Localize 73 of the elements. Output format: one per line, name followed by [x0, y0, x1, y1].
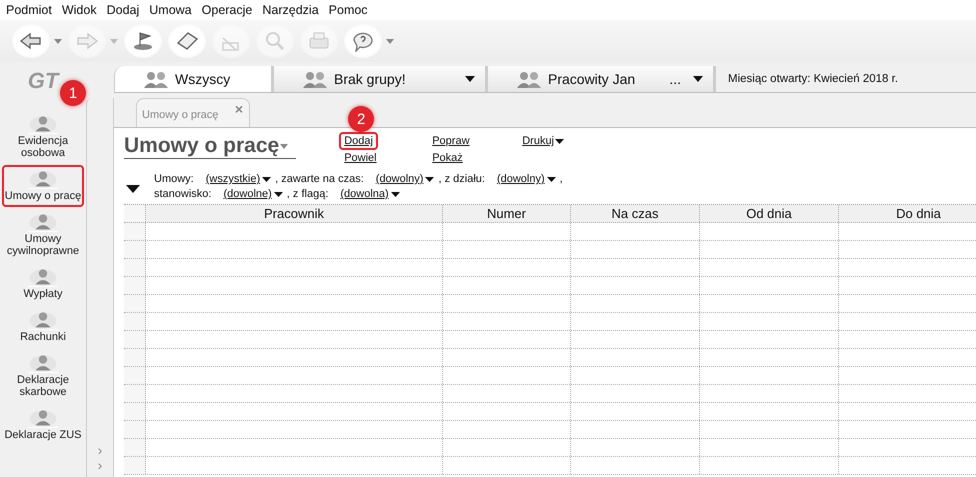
toolbar-button[interactable]: [124, 24, 162, 58]
sidebar-item[interactable]: Deklaracje ZUS: [2, 404, 84, 446]
sidebar-item[interactable]: Wypłaty: [2, 263, 84, 305]
action-link[interactable]: Powiel: [339, 149, 382, 167]
filter-dropdown[interactable]: (dowolny): [376, 172, 434, 187]
collapse-icon[interactable]: [126, 185, 140, 193]
row-header[interactable]: [124, 259, 146, 276]
caret-icon[interactable]: [465, 76, 475, 82]
filter-label: ,: [560, 172, 563, 187]
status-text: Miesiąc otwarty: Kwiecień 2018 r.: [727, 72, 898, 87]
filter-dropdown[interactable]: (dowolne): [223, 187, 283, 202]
row-header[interactable]: [124, 349, 146, 366]
filter-label: , z działu:: [438, 172, 485, 187]
sidebar-item[interactable]: Umowy cywilnoprawne: [2, 208, 84, 262]
column-header[interactable]: Na czas: [571, 205, 700, 222]
filter-label: stanowisko:: [154, 187, 212, 202]
filter-label: , zawarte na czas:: [275, 172, 364, 187]
caret-icon[interactable]: [555, 138, 564, 144]
row-header[interactable]: [124, 439, 146, 456]
row-header[interactable]: [124, 457, 146, 474]
row-header[interactable]: [124, 313, 146, 330]
sidebar-item[interactable]: Umowy o pracę: [2, 165, 84, 207]
group-tab[interactable]: Pracowity Jan ...: [488, 66, 716, 92]
people-icon: [516, 70, 542, 88]
filter-label: Umowy:: [154, 172, 194, 187]
row-header[interactable]: [124, 403, 146, 420]
toolbar-button[interactable]: [344, 24, 382, 58]
filter-dropdown[interactable]: (wszystkie): [206, 172, 272, 187]
column-header[interactable]: Pracownik: [146, 205, 443, 222]
action-link[interactable]: Dodaj: [339, 132, 378, 150]
caret-icon[interactable]: [693, 76, 703, 82]
filter-label: , z flagą:: [286, 187, 328, 202]
menu-item[interactable]: Dodaj: [104, 3, 148, 17]
sidebar-item[interactable]: Rachunki: [2, 306, 84, 348]
menu-item[interactable]: Narzędzia: [260, 3, 327, 17]
row-header[interactable]: [124, 241, 146, 258]
column-header[interactable]: Do dnia: [839, 205, 976, 222]
caret-icon[interactable]: [390, 192, 400, 197]
row-header[interactable]: [124, 421, 146, 438]
caret-icon[interactable]: [274, 192, 283, 197]
group-tab[interactable]: Wszyscy: [114, 66, 274, 92]
group-tab[interactable]: Brak grupy!: [274, 66, 488, 92]
menu-item[interactable]: Podmiot: [4, 3, 60, 17]
column-header[interactable]: Numer: [443, 205, 571, 222]
caret-icon[interactable]: [546, 177, 556, 182]
filter-dropdown[interactable]: (dowolna): [340, 187, 400, 202]
sidebar-item[interactable]: Deklaracje skarbowe: [2, 349, 84, 403]
action-link[interactable]: Popraw: [427, 132, 475, 150]
column-header[interactable]: Od dnia: [700, 205, 839, 222]
action-link[interactable]: Drukuj: [517, 132, 570, 150]
filter-dropdown[interactable]: (dowolny): [496, 172, 556, 187]
menu-item[interactable]: Umowa: [147, 3, 200, 17]
logo: GT: [28, 68, 58, 94]
row-header[interactable]: [124, 331, 146, 348]
callout-badge: 2: [348, 106, 374, 132]
toolbar-button[interactable]: [168, 24, 206, 58]
row-header[interactable]: [124, 277, 146, 294]
callout-badge: 1: [60, 80, 86, 106]
menu-item[interactable]: Operacje: [200, 3, 260, 17]
people-icon: [143, 70, 169, 88]
row-header[interactable]: [124, 385, 146, 402]
row-header[interactable]: [124, 367, 146, 384]
menu-item[interactable]: Widok: [60, 3, 105, 17]
toolbar-button[interactable]: [12, 24, 50, 58]
caret-icon[interactable]: [262, 177, 272, 182]
menu-item[interactable]: Pomoc: [326, 3, 376, 17]
caret-icon[interactable]: [425, 177, 434, 182]
row-header[interactable]: [124, 295, 146, 312]
action-link[interactable]: Pokaż: [427, 149, 468, 167]
row-header[interactable]: [124, 223, 146, 240]
page-title[interactable]: Umowy o pracę: [124, 134, 296, 159]
sidebar-item[interactable]: Ewidencja osobowa: [2, 110, 84, 164]
people-icon: [302, 70, 328, 88]
